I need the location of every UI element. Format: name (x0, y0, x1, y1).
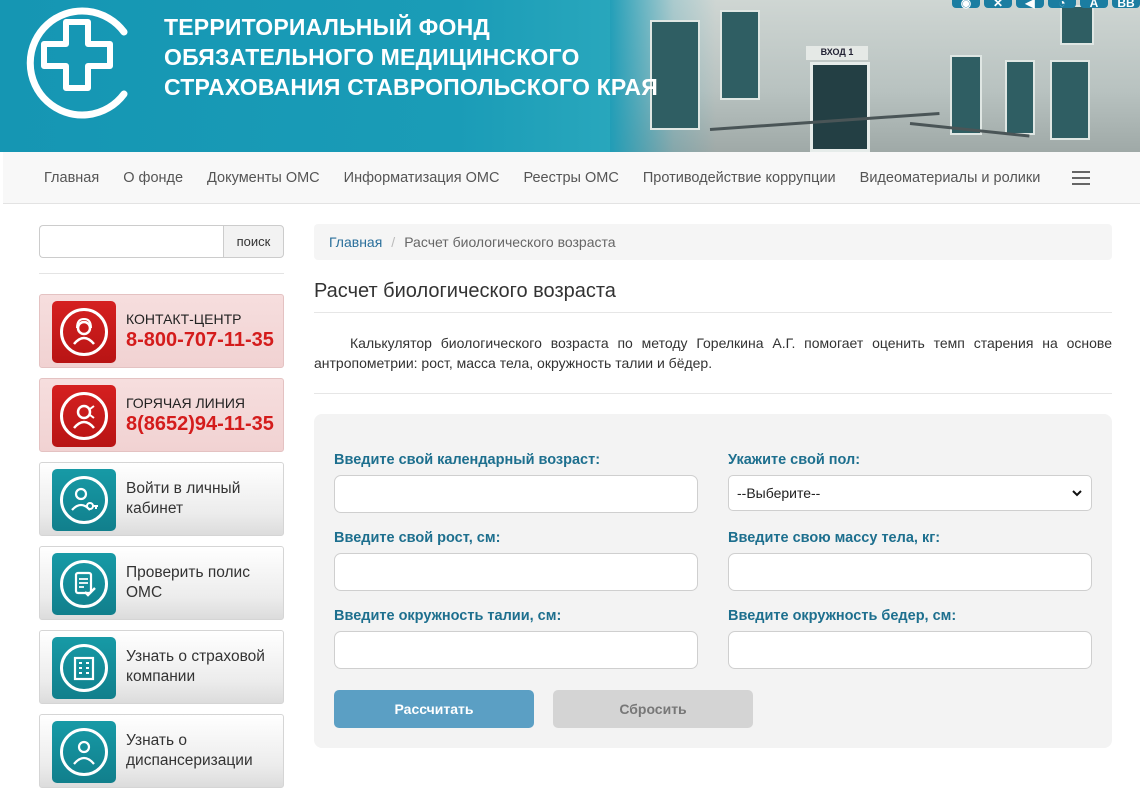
chevron-down-icon (1072, 490, 1082, 497)
age-label: Введите свой календарный возраст: (334, 452, 601, 468)
nav-item-videos[interactable]: Видеоматериалы и ролики (848, 170, 1053, 186)
key-user-icon (52, 469, 116, 531)
divider (39, 273, 284, 274)
divider (314, 393, 1112, 394)
accessibility-eye-icon[interactable]: ◉ (952, 0, 980, 10)
building-window (950, 55, 982, 135)
nav-item-informatization[interactable]: Информатизация ОМС (332, 170, 512, 186)
contact-center-phone[interactable]: 8-800-707-11-35 (126, 329, 279, 352)
sex-select[interactable]: --Выберите-- (728, 475, 1092, 511)
title-line: ТЕРРИТОРИАЛЬНЫЙ ФОНД (164, 14, 490, 40)
sidebar-link-label: Узнать о страховой компании (126, 648, 265, 685)
search-form: поиск (39, 225, 284, 258)
reset-button[interactable]: Сбросить (553, 690, 753, 728)
breadcrumb-current: Расчет биологического возраста (404, 234, 616, 250)
intro-text: Калькулятор биологического возраста по м… (314, 335, 1112, 371)
search-input[interactable] (39, 225, 223, 258)
sidebar-link-personal-account[interactable]: Войти в личный кабинет (39, 462, 284, 536)
calculate-button[interactable]: Рассчитать (334, 690, 534, 728)
building-icon (52, 637, 116, 699)
building-window (1005, 60, 1035, 135)
hotline-phone[interactable]: 8(8652)94-11-35 (126, 413, 279, 436)
accessibility-speech-icon[interactable]: ◔ (1048, 0, 1076, 10)
sidebar-link-check-policy[interactable]: Проверить полис ОМС (39, 546, 284, 620)
sidebar-link-label: Узнать о диспансеризации (126, 732, 253, 769)
accessibility-colors-button[interactable]: BB (1112, 0, 1140, 10)
nav-item-registries[interactable]: Реестры ОМС (511, 170, 630, 186)
main-nav: Главная О фонде Документы ОМС Информатиз… (3, 152, 1140, 204)
waist-input[interactable] (334, 631, 698, 669)
entrance-sign: ВХОД 1 (806, 46, 868, 60)
contact-center-card[interactable]: КОНТАКТ-ЦЕНТР 8-800-707-11-35 (39, 294, 284, 368)
breadcrumb: Главная / Расчет биологического возраста (314, 224, 1112, 260)
nav-item-home[interactable]: Главная (32, 170, 111, 186)
title-line: СТРАХОВАНИЯ СТАВРОПОЛЬСКОГО КРАЯ (164, 74, 658, 100)
sidebar-link-dispensary[interactable]: Узнать о диспансеризации (39, 714, 284, 788)
sex-select-value: --Выберите-- (737, 485, 821, 501)
building-window (1060, 5, 1094, 45)
tfoms-logo (26, 7, 128, 119)
document-check-icon (52, 553, 116, 615)
hotline-card[interactable]: ГОРЯЧАЯ ЛИНИЯ 8(8652)94-11-35 (39, 378, 284, 452)
sidebar-link-label: Войти в личный кабинет (126, 480, 241, 517)
accessibility-font-icon[interactable]: A (1080, 0, 1108, 10)
hips-input[interactable] (728, 631, 1092, 669)
weight-label: Введите свою массу тела, кг: (728, 530, 941, 546)
nav-item-anticorruption[interactable]: Противодействие коррупции (631, 170, 848, 186)
building-window (1050, 60, 1090, 140)
height-label: Введите свой рост, см: (334, 530, 501, 546)
doctor-icon (52, 721, 116, 783)
search-button[interactable]: поиск (223, 225, 284, 258)
breadcrumb-home-link[interactable]: Главная (329, 234, 382, 250)
sex-label: Укажите свой пол: (728, 452, 861, 468)
building-window (720, 10, 760, 100)
nav-item-about[interactable]: О фонде (111, 170, 195, 186)
accessibility-toolbar: ◉ ✕ ◀ ◔ A BB (952, 0, 1140, 10)
hotline-operator-icon (52, 385, 116, 447)
sidebar-link-insurance-company[interactable]: Узнать о страховой компании (39, 630, 284, 704)
waist-label: Введите окружность талии, см: (334, 608, 562, 624)
divider (314, 312, 1112, 313)
accessibility-close-icon[interactable]: ✕ (984, 0, 1012, 10)
title-line: ОБЯЗАТЕЛЬНОГО МЕДИЦИНСКОГО (164, 44, 580, 70)
age-input[interactable] (334, 475, 698, 513)
hips-label: Введите окружность бедер, см: (728, 608, 957, 624)
height-input[interactable] (334, 553, 698, 591)
building-photo: ВХОД 1 (610, 0, 1140, 152)
page-title: Расчет биологического возраста (314, 280, 616, 302)
sidebar-link-label: Проверить полис ОМС (126, 564, 250, 601)
operator-icon (52, 301, 116, 363)
menu-burger-icon[interactable] (1072, 170, 1091, 185)
breadcrumb-separator: / (391, 234, 396, 250)
nav-item-documents[interactable]: Документы ОМС (195, 170, 332, 186)
hotline-label: ГОРЯЧАЯ ЛИНИЯ (126, 395, 246, 411)
contact-center-label: КОНТАКТ-ЦЕНТР (126, 311, 242, 327)
building-door (810, 62, 870, 152)
bio-age-form: Введите свой календарный возраст: Укажит… (314, 414, 1112, 748)
organization-title: ТЕРРИТОРИАЛЬНЫЙ ФОНД ОБЯЗАТЕЛЬНОГО МЕДИЦ… (164, 12, 658, 102)
header-banner: ВХОД 1 ТЕРРИТОРИАЛЬНЫЙ ФОНД ОБЯЗАТЕЛЬНОГ… (0, 0, 1140, 152)
weight-input[interactable] (728, 553, 1092, 591)
accessibility-sound-icon[interactable]: ◀ (1016, 0, 1044, 10)
